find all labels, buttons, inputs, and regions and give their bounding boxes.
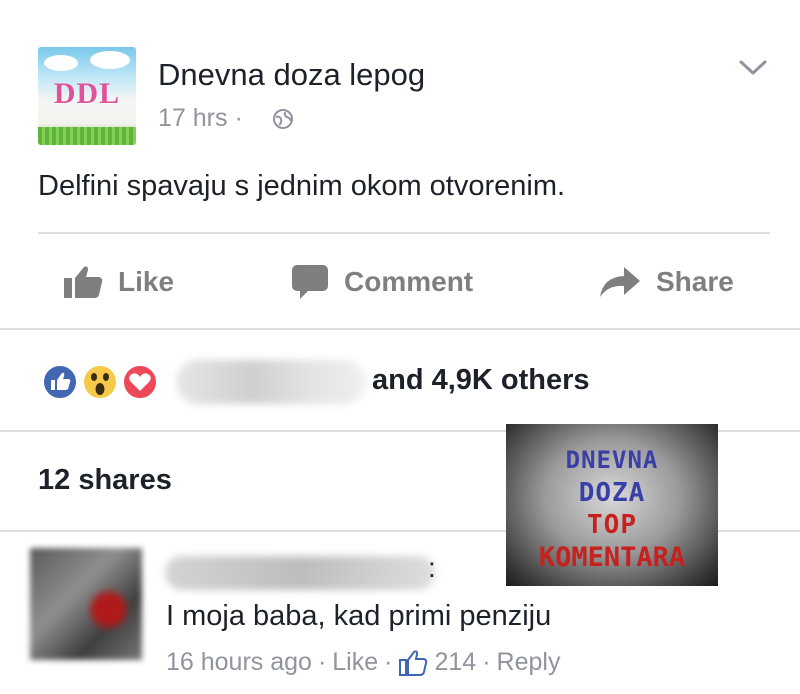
avatar-logo-text: DDL	[53, 77, 121, 110]
time-separator: ·	[234, 104, 243, 132]
commenter-name-blurred[interactable]	[165, 556, 435, 590]
badge-line: DNEVNA	[565, 446, 659, 474]
shares-count[interactable]: 12 shares	[38, 464, 172, 497]
comment-label: Comment	[344, 266, 474, 297]
comment-like-link[interactable]: Like	[332, 648, 378, 677]
post-timestamp[interactable]: 17 hrs ·	[158, 104, 243, 133]
thumbs-up-icon	[64, 266, 103, 298]
divider	[38, 232, 770, 234]
meta-separator: ·	[384, 648, 393, 676]
commenter-avatar-blurred[interactable]	[30, 548, 142, 660]
badge-line: DOZA	[578, 478, 646, 508]
chevron-down-icon[interactable]	[738, 58, 768, 78]
meta-separator: ·	[482, 648, 491, 676]
avatar-grass	[38, 127, 136, 145]
comment-meta: 16 hours ago · Like · 214 · Reply	[166, 648, 560, 677]
reaction-count[interactable]: and 4,9K others	[372, 364, 590, 397]
divider	[0, 328, 800, 330]
comment-button[interactable]: Comment	[290, 262, 473, 302]
like-label: Like	[118, 266, 175, 297]
reactions-summary[interactable]	[38, 362, 178, 402]
comment-bubble-icon	[292, 265, 328, 299]
avatar-cloud	[44, 55, 78, 71]
thumbs-up-outline-icon	[399, 649, 428, 676]
comment-reply-link[interactable]: Reply	[497, 648, 561, 677]
like-button[interactable]: Like	[62, 262, 174, 302]
reaction-names-blurred	[176, 360, 366, 404]
comment-time[interactable]: 16 hours ago	[166, 648, 312, 677]
share-label: Share	[656, 266, 734, 297]
dnevna-doza-top-komentara-badge: DNEVNA DOZA TOP KOMENTARA	[506, 424, 718, 586]
share-button[interactable]: Share	[598, 262, 734, 302]
commenter-name-suffix: :	[428, 552, 436, 583]
share-arrow-icon	[600, 267, 640, 297]
post-time-text: 17 hrs	[158, 104, 228, 132]
meta-separator: ·	[317, 648, 327, 676]
comment-like-count[interactable]: 214	[434, 648, 476, 677]
globe-icon	[273, 109, 293, 129]
avatar-cloud	[90, 51, 130, 69]
page-name-link[interactable]: Dnevna doza lepog	[158, 57, 425, 93]
badge-line: TOP	[587, 510, 637, 540]
post-body: Delfini spavaju s jednim okom otvorenim.	[38, 170, 566, 202]
badge-line: KOMENTARA	[538, 542, 686, 573]
page-avatar[interactable]: DDL	[38, 47, 136, 145]
comment-text: I moja baba, kad primi penziju	[166, 600, 552, 632]
